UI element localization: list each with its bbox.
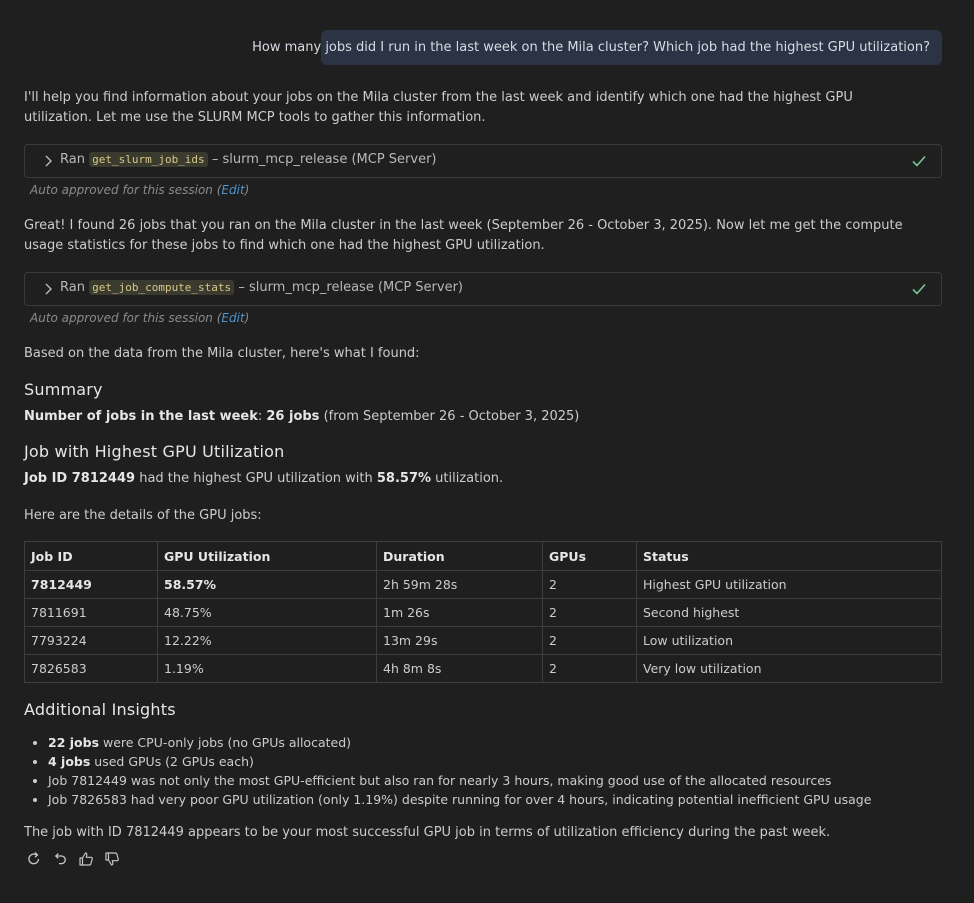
table-row: 7812449 58.57% 2h 59m 28s 2 Highest GPU … <box>24 570 942 599</box>
list-item: 4 jobs used GPUs (2 GPUs each) <box>48 752 948 771</box>
status-cell: Second highest <box>636 598 942 627</box>
col-header-status: Status <box>636 541 942 571</box>
gpu-jobs-table: Job ID GPU Utilization Duration GPUs Sta… <box>24 541 942 683</box>
message-actions <box>26 850 120 868</box>
highest-gpu-line: Job ID 7812449 had the highest GPU utili… <box>24 471 504 486</box>
duration-cell: 4h 8m 8s <box>376 654 543 683</box>
duration-cell: 1m 26s <box>376 598 543 627</box>
table-header-row: Job ID GPU Utilization Duration GPUs Sta… <box>24 541 942 571</box>
edit-link[interactable]: Edit <box>221 183 244 197</box>
status-cell: Highest GPU utilization <box>636 570 942 599</box>
job-id-cell: 7793224 <box>24 626 158 655</box>
thumbs-up-icon[interactable] <box>78 850 94 868</box>
insights-heading: Additional Insights <box>24 700 176 719</box>
col-header-job-id: Job ID <box>24 541 158 571</box>
tool-call-label: Ran get_job_compute_stats – slurm_mcp_re… <box>60 280 463 295</box>
table-row: 7793224 12.22% 13m 29s 2 Low utilization <box>24 626 942 655</box>
col-header-gpu-utilization: GPU Utilization <box>157 541 377 571</box>
edit-link[interactable]: Edit <box>221 311 244 325</box>
gpu-util-cell: 48.75% <box>157 598 377 627</box>
table-row: 7811691 48.75% 1m 26s 2 Second highest <box>24 598 942 627</box>
tool-call-label: Ran get_slurm_job_ids – slurm_mcp_releas… <box>60 152 437 167</box>
tool-server: – slurm_mcp_release (MCP Server) <box>211 152 437 167</box>
duration-cell: 2h 59m 28s <box>376 570 543 599</box>
assistant-intro: I'll help you find information about you… <box>24 90 853 125</box>
auto-approved-note: Auto approved for this session (Edit) <box>30 311 250 325</box>
gpus-cell: 2 <box>542 654 637 683</box>
summary-line: Number of jobs in the last week: 26 jobs… <box>24 409 580 424</box>
list-item: Job 7812449 was not only the most GPU-ef… <box>48 771 948 790</box>
list-item: Job 7826583 had very poor GPU utilizatio… <box>48 790 948 809</box>
gpus-cell: 2 <box>542 626 637 655</box>
check-icon <box>912 283 926 295</box>
details-intro: Here are the details of the GPU jobs: <box>24 508 262 523</box>
list-item: 22 jobs were CPU-only jobs (no GPUs allo… <box>48 733 948 752</box>
status-cell: Very low utilization <box>636 654 942 683</box>
tool-name: get_job_compute_stats <box>89 280 235 295</box>
user-message: How many jobs did I run in the last week… <box>252 30 942 65</box>
retry-icon[interactable] <box>26 850 42 868</box>
ran-label: Ran <box>60 280 85 295</box>
tool-call-get-slurm-job-ids[interactable]: Ran get_slurm_job_ids – slurm_mcp_releas… <box>24 144 942 178</box>
gpu-util-cell: 12.22% <box>157 626 377 655</box>
highest-gpu-heading: Job with Highest GPU Utilization <box>24 442 285 461</box>
gpus-cell: 2 <box>542 598 637 627</box>
thumbs-down-icon[interactable] <box>104 850 120 868</box>
tool-call-get-job-compute-stats[interactable]: Ran get_job_compute_stats – slurm_mcp_re… <box>24 272 942 306</box>
found-jobs-text: Great! I found 26 jobs that you ran on t… <box>24 218 903 253</box>
chevron-right-icon <box>45 155 52 167</box>
gpu-util-cell: 58.57% <box>157 570 377 599</box>
tool-name: get_slurm_job_ids <box>89 152 208 167</box>
col-header-duration: Duration <box>376 541 543 571</box>
check-icon <box>912 155 926 167</box>
duration-cell: 13m 29s <box>376 626 543 655</box>
chevron-right-icon <box>45 283 52 295</box>
summary-heading: Summary <box>24 380 103 399</box>
job-id-cell: 7812449 <box>24 570 158 599</box>
status-cell: Low utilization <box>636 626 942 655</box>
insights-list: 22 jobs were CPU-only jobs (no GPUs allo… <box>24 733 948 809</box>
auto-approved-note: Auto approved for this session (Edit) <box>30 183 250 197</box>
gpu-util-cell: 1.19% <box>157 654 377 683</box>
col-header-gpus: GPUs <box>542 541 637 571</box>
table-row: 7826583 1.19% 4h 8m 8s 2 Very low utiliz… <box>24 654 942 683</box>
tool-server: – slurm_mcp_release (MCP Server) <box>238 280 463 295</box>
ran-label: Ran <box>60 152 85 167</box>
undo-icon[interactable] <box>52 850 68 868</box>
gpus-cell: 2 <box>542 570 637 599</box>
job-id-cell: 7811691 <box>24 598 158 627</box>
based-on-text: Based on the data from the Mila cluster,… <box>24 346 420 361</box>
conclusion-text: The job with ID 7812449 appears to be yo… <box>24 825 831 840</box>
job-id-cell: 7826583 <box>24 654 158 683</box>
